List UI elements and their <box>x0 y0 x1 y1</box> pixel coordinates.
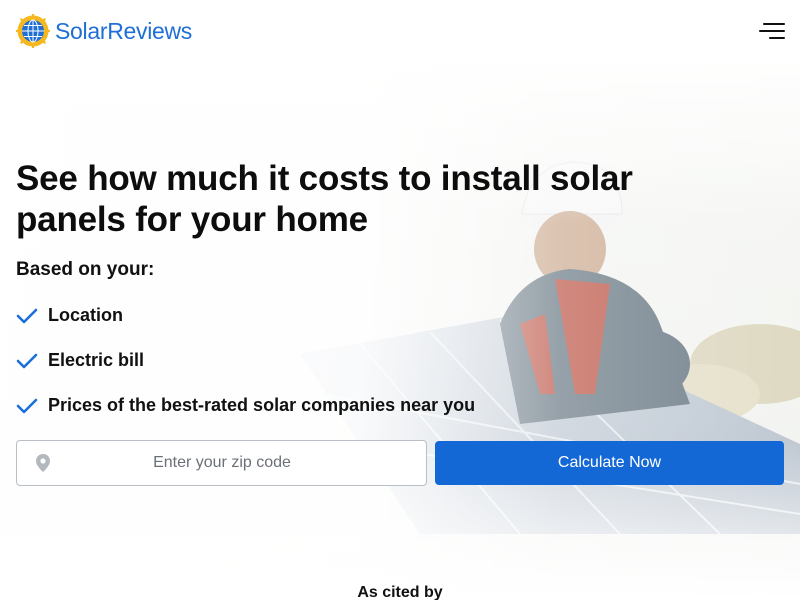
checklist-item-location: Location <box>16 293 786 338</box>
zip-code-form: Calculate Now <box>16 440 784 486</box>
checklist-item-label: Prices of the best-rated solar companies… <box>48 395 476 415</box>
based-on-heading: Based on your: <box>16 259 155 280</box>
location-pin-icon <box>36 454 50 472</box>
checklist-item-electric-bill: Electric bill <box>16 338 786 383</box>
hero-content: See how much it costs to install solar p… <box>16 158 786 428</box>
calculate-now-button[interactable]: Calculate Now <box>435 441 784 485</box>
zip-code-field[interactable] <box>16 440 427 486</box>
hamburger-menu-icon[interactable] <box>757 20 785 44</box>
sun-globe-logo-icon <box>16 14 50 48</box>
checklist-item-label: Location <box>48 305 123 325</box>
as-cited-by-heading: As cited by <box>357 584 443 600</box>
brand-logo[interactable]: SolarReviews <box>16 14 192 48</box>
checklist-item-label: Electric bill <box>48 350 145 370</box>
checkmark-icon <box>16 353 38 368</box>
site-header: SolarReviews <box>0 0 800 64</box>
brand-name: SolarReviews <box>55 17 193 44</box>
checklist-item-prices: Prices of the best-rated solar companies… <box>16 383 786 428</box>
feature-checklist: Location Electric bill Prices of the bes… <box>16 293 786 428</box>
checkmark-icon <box>16 398 38 413</box>
checkmark-icon <box>16 308 38 323</box>
page-title: See how much it costs to install solar p… <box>16 159 633 239</box>
zip-code-input[interactable] <box>57 442 387 484</box>
